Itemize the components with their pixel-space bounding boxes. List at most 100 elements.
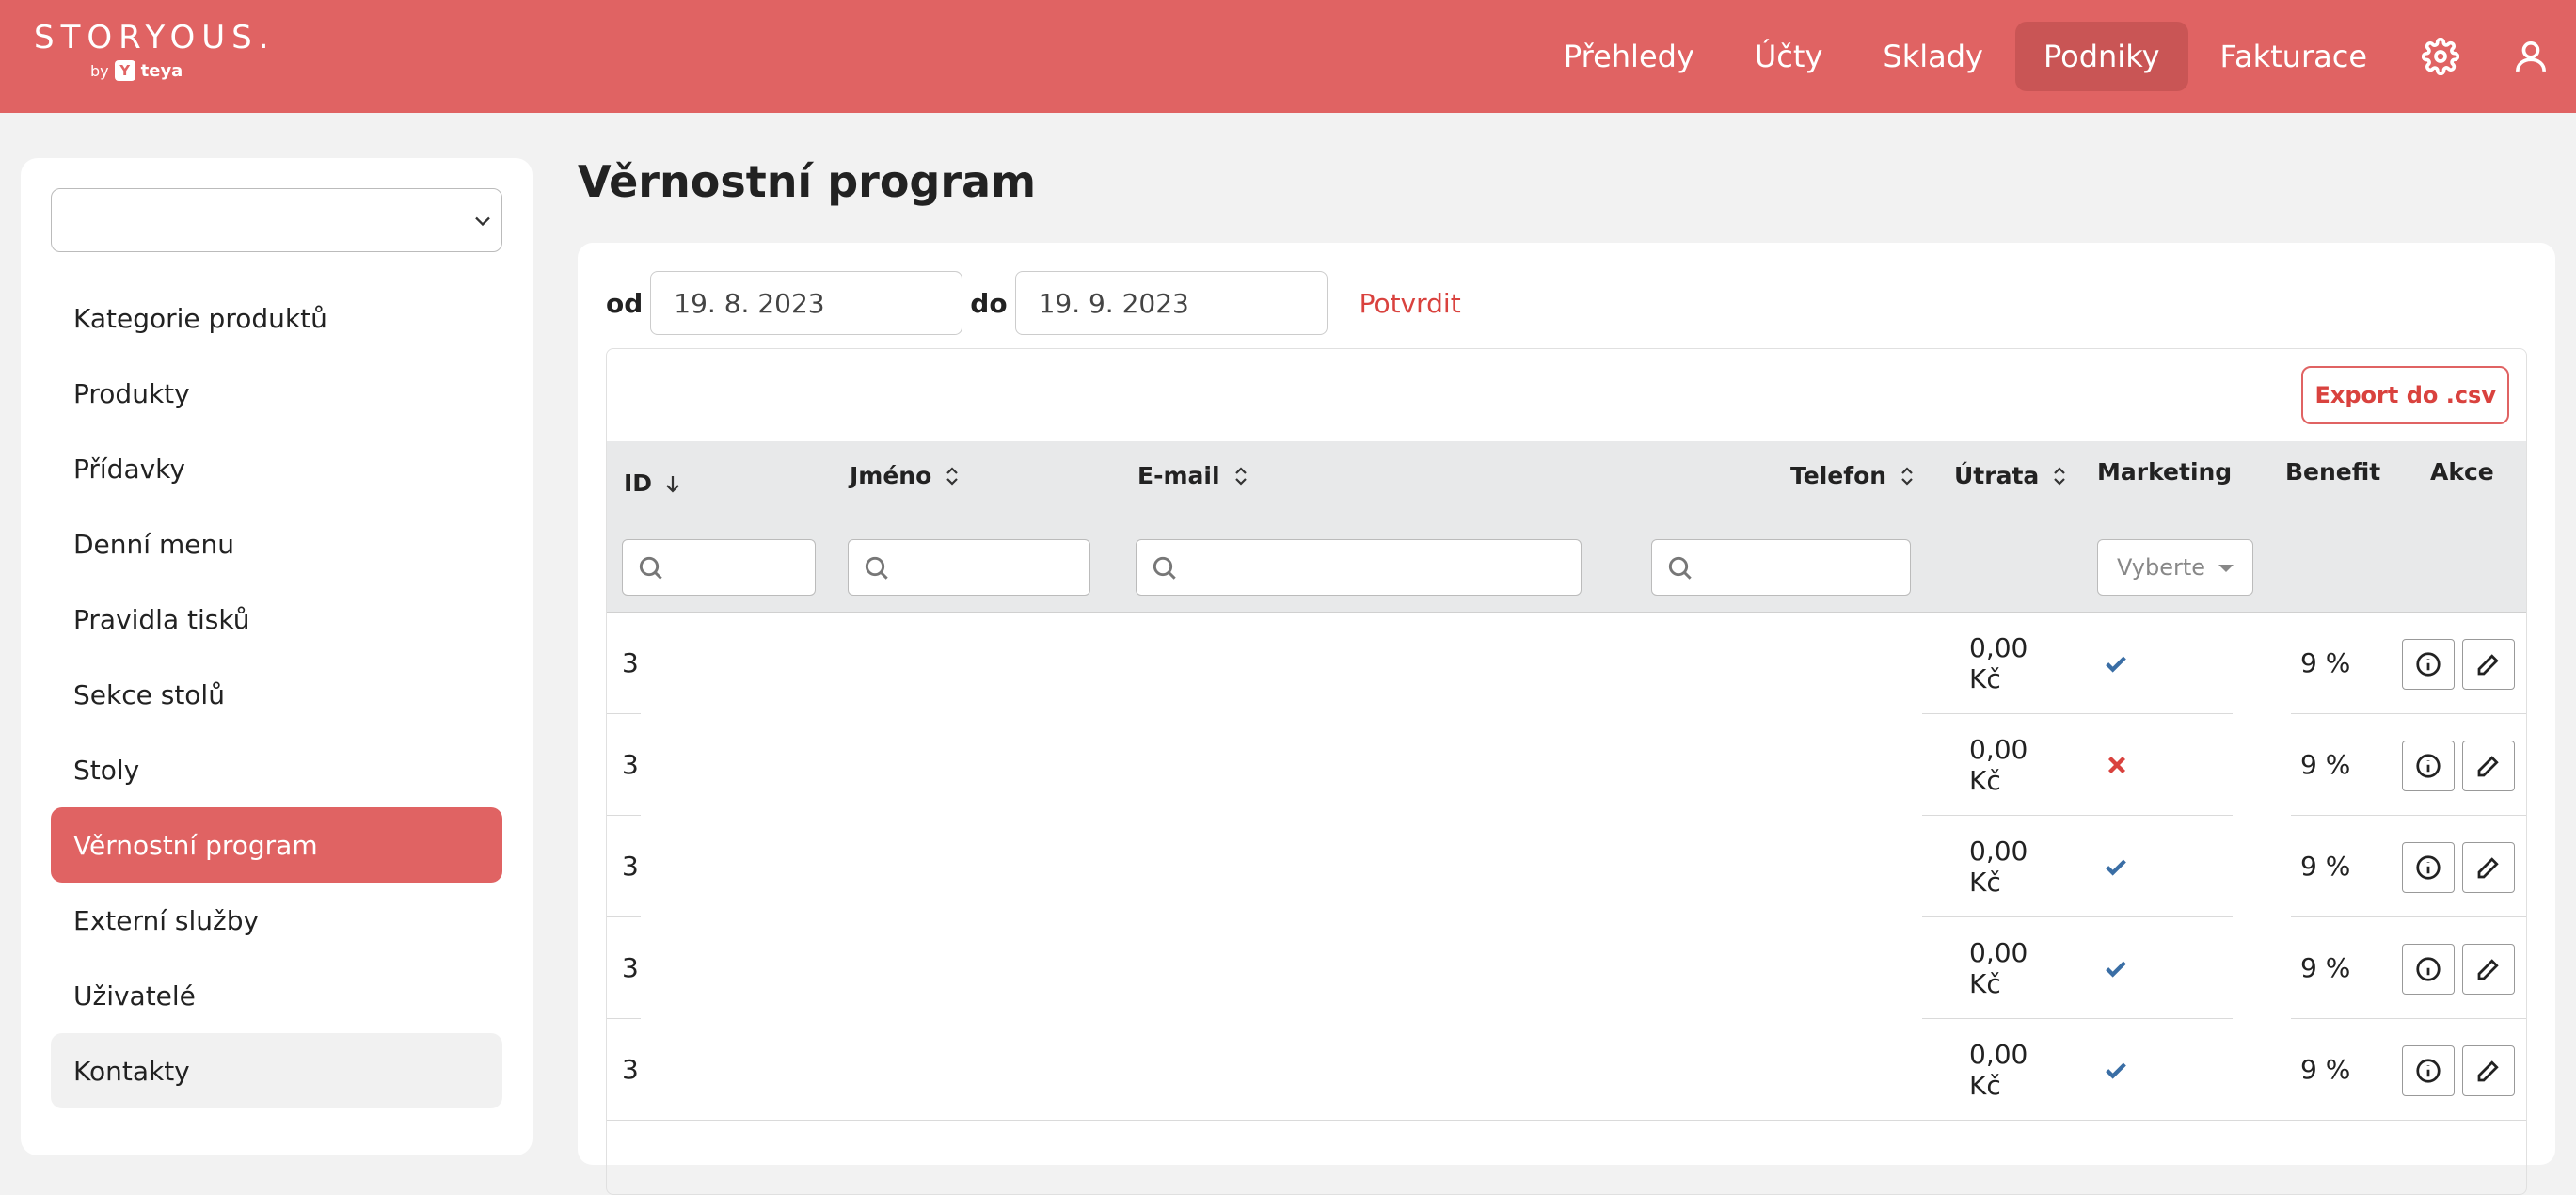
cell-marketing xyxy=(2101,613,2131,713)
column-header-email[interactable]: E-mail xyxy=(1137,462,1252,489)
cell-marketing xyxy=(2101,1019,2131,1120)
table-row: 3 0,00 Kč 9 % xyxy=(607,714,2526,816)
column-header-id[interactable]: ID xyxy=(624,470,684,497)
teya-logo-icon: Y xyxy=(114,60,135,81)
column-label-email: E-mail xyxy=(1137,462,1220,489)
venue-select[interactable] xyxy=(51,188,502,252)
cell-benefit: 9 % xyxy=(2300,851,2351,882)
cell-spend: 0,00 Kč xyxy=(1969,733,2028,796)
search-icon xyxy=(1668,556,1692,580)
row-divider xyxy=(607,1120,2526,1121)
logo-wordmark: STORYOUS. xyxy=(34,19,276,56)
info-button[interactable] xyxy=(2402,639,2455,690)
table-row: 3 0,00 Kč 9 % xyxy=(607,613,2526,714)
info-button[interactable] xyxy=(2402,1045,2455,1096)
export-csv-button[interactable]: Export do .csv xyxy=(2301,366,2509,424)
edit-button[interactable] xyxy=(2462,1045,2515,1096)
info-icon xyxy=(2416,754,2441,778)
column-label-marketing: Marketing xyxy=(2097,458,2233,486)
info-icon xyxy=(2416,1059,2441,1083)
cell-benefit: 9 % xyxy=(2300,749,2351,780)
sidebar-item-kontakty[interactable]: Kontakty xyxy=(51,1033,502,1108)
nav-item-ucty[interactable]: Účty xyxy=(1726,22,1852,91)
sidebar-item-stoly[interactable]: Stoly xyxy=(51,732,502,807)
column-header-marketing: Marketing xyxy=(2097,458,2232,486)
table-row: 3 0,00 Kč 9 % xyxy=(607,816,2526,917)
sidebar-item-pravidla-tisku[interactable]: Pravidla tisků xyxy=(51,582,502,657)
marketing-filter-placeholder: Vyberte xyxy=(2117,554,2206,581)
edit-button[interactable] xyxy=(2462,741,2515,791)
check-icon xyxy=(2106,858,2126,876)
cell-benefit: 9 % xyxy=(2300,1054,2351,1085)
sort-icon xyxy=(946,466,959,486)
search-name-input[interactable] xyxy=(848,539,1090,596)
cell-id: 3 xyxy=(622,647,639,678)
top-navigation-bar: STORYOUS. by Y teya Přehledy Účty Sklady… xyxy=(0,0,2576,113)
search-phone-input[interactable] xyxy=(1651,539,1911,596)
date-to-input[interactable]: 19. 9. 2023 xyxy=(1014,271,1328,335)
column-label-benefit: Benefit xyxy=(2285,458,2381,486)
column-label-spend: Útrata xyxy=(1954,462,2040,489)
nav-item-prehledy[interactable]: Přehledy xyxy=(1535,22,1723,91)
check-icon xyxy=(2106,960,2126,978)
column-label-name: Jméno xyxy=(850,462,932,489)
search-id-input[interactable] xyxy=(622,539,816,596)
sidebar-item-produkty[interactable]: Produkty xyxy=(51,356,502,431)
column-label-actions: Akce xyxy=(2430,458,2494,486)
cell-benefit: 9 % xyxy=(2300,952,2351,983)
chevron-down-icon xyxy=(469,208,496,234)
edit-button[interactable] xyxy=(2462,842,2515,893)
cell-marketing xyxy=(2101,917,2131,1018)
logo-byline: by Y teya xyxy=(90,60,183,81)
cell-benefit: 9 % xyxy=(2300,647,2351,678)
nav-item-fakturace[interactable]: Fakturace xyxy=(2192,22,2395,91)
sidebar-item-kategorie-produktu[interactable]: Kategorie produktů xyxy=(51,280,502,356)
sidebar-item-pridavky[interactable]: Přídavky xyxy=(51,431,502,506)
cell-marketing xyxy=(2103,714,2131,815)
info-button[interactable] xyxy=(2402,741,2455,791)
sort-icon xyxy=(2054,466,2066,486)
sidebar-item-vernostni-program[interactable]: Věrnostní program xyxy=(51,807,502,883)
sort-icon xyxy=(1901,466,1913,486)
date-from-input[interactable]: 19. 8. 2023 xyxy=(650,271,963,335)
storyous-logo[interactable]: STORYOUS. by Y teya xyxy=(34,19,276,81)
nav-item-podniky[interactable]: Podniky xyxy=(2014,22,2188,91)
nav-item-sklady[interactable]: Sklady xyxy=(1854,22,2012,91)
sidebar-item-uzivatele[interactable]: Uživatelé xyxy=(51,958,502,1033)
pencil-icon xyxy=(2477,959,2499,980)
search-icon xyxy=(639,556,662,580)
table-row: 3 0,00 Kč 9 % xyxy=(607,917,2526,1019)
cell-id: 3 xyxy=(622,952,639,983)
sidebar-item-externi-sluzby[interactable]: Externí služby xyxy=(51,883,502,958)
cell-id: 3 xyxy=(622,749,639,780)
to-label: do xyxy=(970,287,1008,319)
sidebar-item-sekce-stolu[interactable]: Sekce stolů xyxy=(51,657,502,732)
cell-spend: 0,00 Kč xyxy=(1969,936,2028,999)
pencil-icon xyxy=(2477,857,2499,879)
search-email-input[interactable] xyxy=(1136,539,1582,596)
edit-button[interactable] xyxy=(2462,944,2515,995)
page-title: Věrnostní program xyxy=(578,156,1037,207)
logo-partner: teya xyxy=(140,60,183,81)
sidebar-menu: Kategorie produktů Produkty Přídavky Den… xyxy=(51,280,502,1108)
sort-icon xyxy=(1234,466,1247,486)
sort-desc-icon xyxy=(666,475,679,493)
info-button[interactable] xyxy=(2402,944,2455,995)
edit-button[interactable] xyxy=(2462,639,2515,690)
settings-button[interactable] xyxy=(2395,0,2486,113)
sidebar-item-denni-menu[interactable]: Denní menu xyxy=(51,506,502,582)
info-button[interactable] xyxy=(2402,842,2455,893)
confirm-link[interactable]: Potvrdit xyxy=(1360,288,1461,319)
main-nav: Přehledy Účty Sklady Podniky Fakturace xyxy=(1532,0,2576,113)
caret-down-icon xyxy=(2218,565,2234,572)
pencil-icon xyxy=(2477,654,2499,676)
table-row: 3 0,00 Kč 9 % xyxy=(607,1019,2526,1121)
column-header-name[interactable]: Jméno xyxy=(850,462,963,489)
user-icon xyxy=(2516,41,2546,72)
marketing-filter-select[interactable]: Vyberte xyxy=(2097,539,2253,596)
column-header-phone[interactable]: Telefon xyxy=(1790,462,1918,489)
search-icon xyxy=(865,556,888,580)
column-header-spend[interactable]: Útrata xyxy=(1954,462,2071,489)
user-account-button[interactable] xyxy=(2486,0,2576,113)
check-icon xyxy=(2106,1061,2126,1079)
